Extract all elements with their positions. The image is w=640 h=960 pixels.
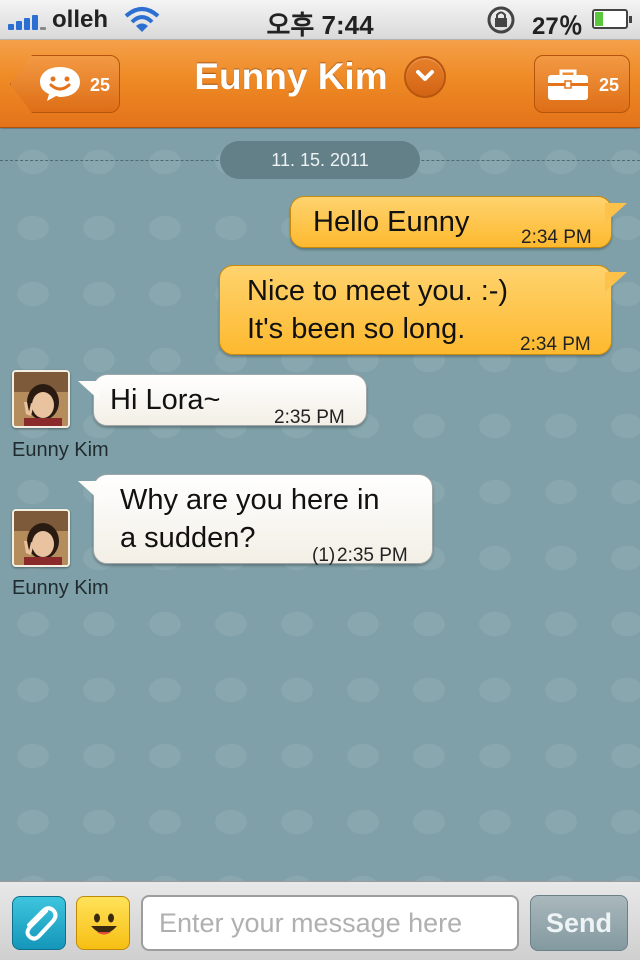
tools-count-badge: 25: [599, 75, 620, 95]
status-bar: olleh 오후 7:44 27％: [0, 0, 640, 40]
message-time: 2:35 PM: [337, 545, 408, 566]
message-text: Why are you here in: [120, 484, 380, 516]
chevron-down-icon[interactable]: [403, 56, 446, 98]
profile-photo: [14, 372, 68, 426]
message-input-bar: Send: [0, 881, 640, 960]
emoticon-button[interactable]: [76, 896, 130, 950]
message-time: 2:34 PM: [520, 334, 591, 355]
profile-photo: [14, 511, 68, 565]
unread-count: (1): [312, 545, 336, 566]
nav-bar: 25 Eunny Kim 25: [0, 40, 640, 128]
battery-percent: 27％: [532, 13, 583, 40]
chat-thread[interactable]: 11. 15. 2011 Hello Eunny 2:34 PM Nice to…: [0, 129, 640, 881]
message-text: It's been so long.: [247, 313, 466, 345]
battery-icon: [592, 9, 632, 29]
attach-button[interactable]: [12, 896, 66, 950]
message-text: Nice to meet you. :-): [247, 275, 509, 307]
avatar[interactable]: [12, 370, 70, 428]
message-input[interactable]: [141, 895, 519, 951]
tools-button[interactable]: 25: [534, 55, 630, 113]
message-time: 2:34 PM: [521, 227, 592, 248]
message-text: Hello Eunny: [313, 206, 470, 238]
outgoing-message[interactable]: Hello Eunny 2:34 PM: [290, 196, 612, 248]
message-text: a sudden?: [120, 522, 256, 554]
smiley-icon: [91, 913, 117, 935]
paperclip-icon: [25, 906, 58, 941]
chat-title[interactable]: Eunny Kim: [194, 56, 387, 98]
sender-name: Eunny Kim: [12, 439, 109, 461]
incoming-message[interactable]: Hi Lora~ 2:35 PM: [93, 374, 367, 428]
send-button[interactable]: Send: [530, 895, 628, 951]
rotation-lock-icon: [487, 6, 515, 34]
battery-level: [595, 12, 603, 26]
message-time: 2:35 PM: [274, 407, 345, 428]
briefcase-icon: [548, 69, 588, 100]
date-label: 11. 15. 2011: [220, 141, 420, 179]
outgoing-message[interactable]: Nice to meet you. :-) It's been so long.…: [219, 265, 612, 355]
incoming-message[interactable]: Why are you here in a sudden? (1) 2:35 P…: [93, 474, 433, 566]
message-text: Hi Lora~: [110, 384, 221, 416]
avatar[interactable]: [12, 509, 70, 567]
sender-name: Eunny Kim: [12, 577, 109, 599]
